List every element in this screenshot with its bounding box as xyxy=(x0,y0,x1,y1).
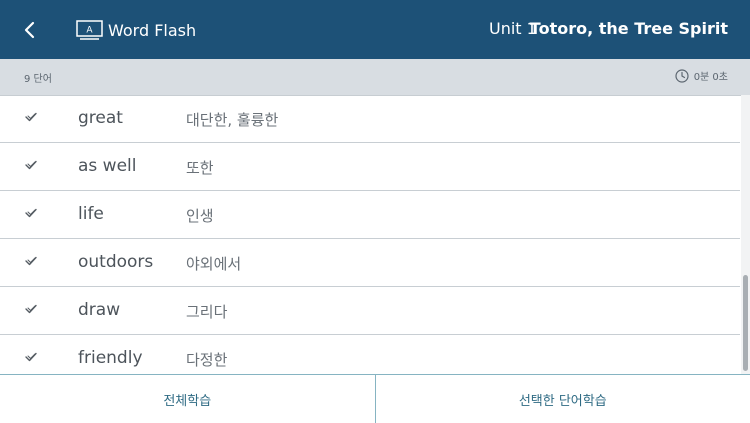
study-all-button[interactable]: 전체학습 xyxy=(0,375,375,423)
word-korean: 그리다 xyxy=(186,301,227,322)
word-count: 9 단어 xyxy=(24,70,52,85)
word-korean: 야외에서 xyxy=(186,253,241,274)
timer-text: 0분 0초 xyxy=(694,68,728,83)
word-korean: 다정한 xyxy=(186,349,227,370)
checkmark-icon[interactable] xyxy=(24,254,38,268)
word-english: outdoors xyxy=(78,252,153,272)
flashcard-icon: A xyxy=(76,20,103,40)
word-row[interactable]: outdoors 야외에서 xyxy=(0,239,740,287)
scrollbar-thumb[interactable] xyxy=(743,275,748,371)
app-header: A Word Flash Unit 1 Totoro, the Tree Spi… xyxy=(0,0,750,59)
word-korean: 인생 xyxy=(186,205,214,226)
timer: 0분 0초 xyxy=(675,68,728,83)
word-english: friendly xyxy=(78,348,143,368)
app-title: A Word Flash xyxy=(76,17,196,43)
back-button[interactable] xyxy=(14,14,46,46)
scrollbar[interactable] xyxy=(741,95,750,374)
checkmark-icon[interactable] xyxy=(24,206,38,220)
info-bar: 9 단어 0분 0초 xyxy=(0,59,750,96)
word-english: great xyxy=(78,108,123,128)
checkmark-icon[interactable] xyxy=(24,350,38,364)
bottom-action-bar: 전체학습 선택한 단어학습 xyxy=(0,374,750,423)
word-list: great 대단한, 훌륭한 as well 또한 life 인생 outdoo… xyxy=(0,95,740,374)
checkmark-icon[interactable] xyxy=(24,110,38,124)
word-korean: 대단한, 훌륭한 xyxy=(186,109,278,130)
word-english: life xyxy=(78,204,104,224)
study-selected-button[interactable]: 선택한 단어학습 xyxy=(375,375,750,423)
word-row[interactable]: friendly 다정한 xyxy=(0,335,740,374)
svg-text:A: A xyxy=(86,26,93,36)
app-title-label: Word Flash xyxy=(108,21,196,40)
word-row[interactable]: great 대단한, 훌륭한 xyxy=(0,95,740,143)
word-row[interactable]: life 인생 xyxy=(0,191,740,239)
word-row[interactable]: draw 그리다 xyxy=(0,287,740,335)
checkmark-icon[interactable] xyxy=(24,158,38,172)
checkmark-icon[interactable] xyxy=(24,302,38,316)
word-row[interactable]: as well 또한 xyxy=(0,143,740,191)
word-korean: 또한 xyxy=(186,157,214,178)
unit-title: Totoro, the Tree Spirit xyxy=(530,19,728,38)
word-english: draw xyxy=(78,300,120,320)
clock-icon xyxy=(675,69,689,83)
chevron-left-icon xyxy=(23,20,37,40)
word-english: as well xyxy=(78,156,137,176)
